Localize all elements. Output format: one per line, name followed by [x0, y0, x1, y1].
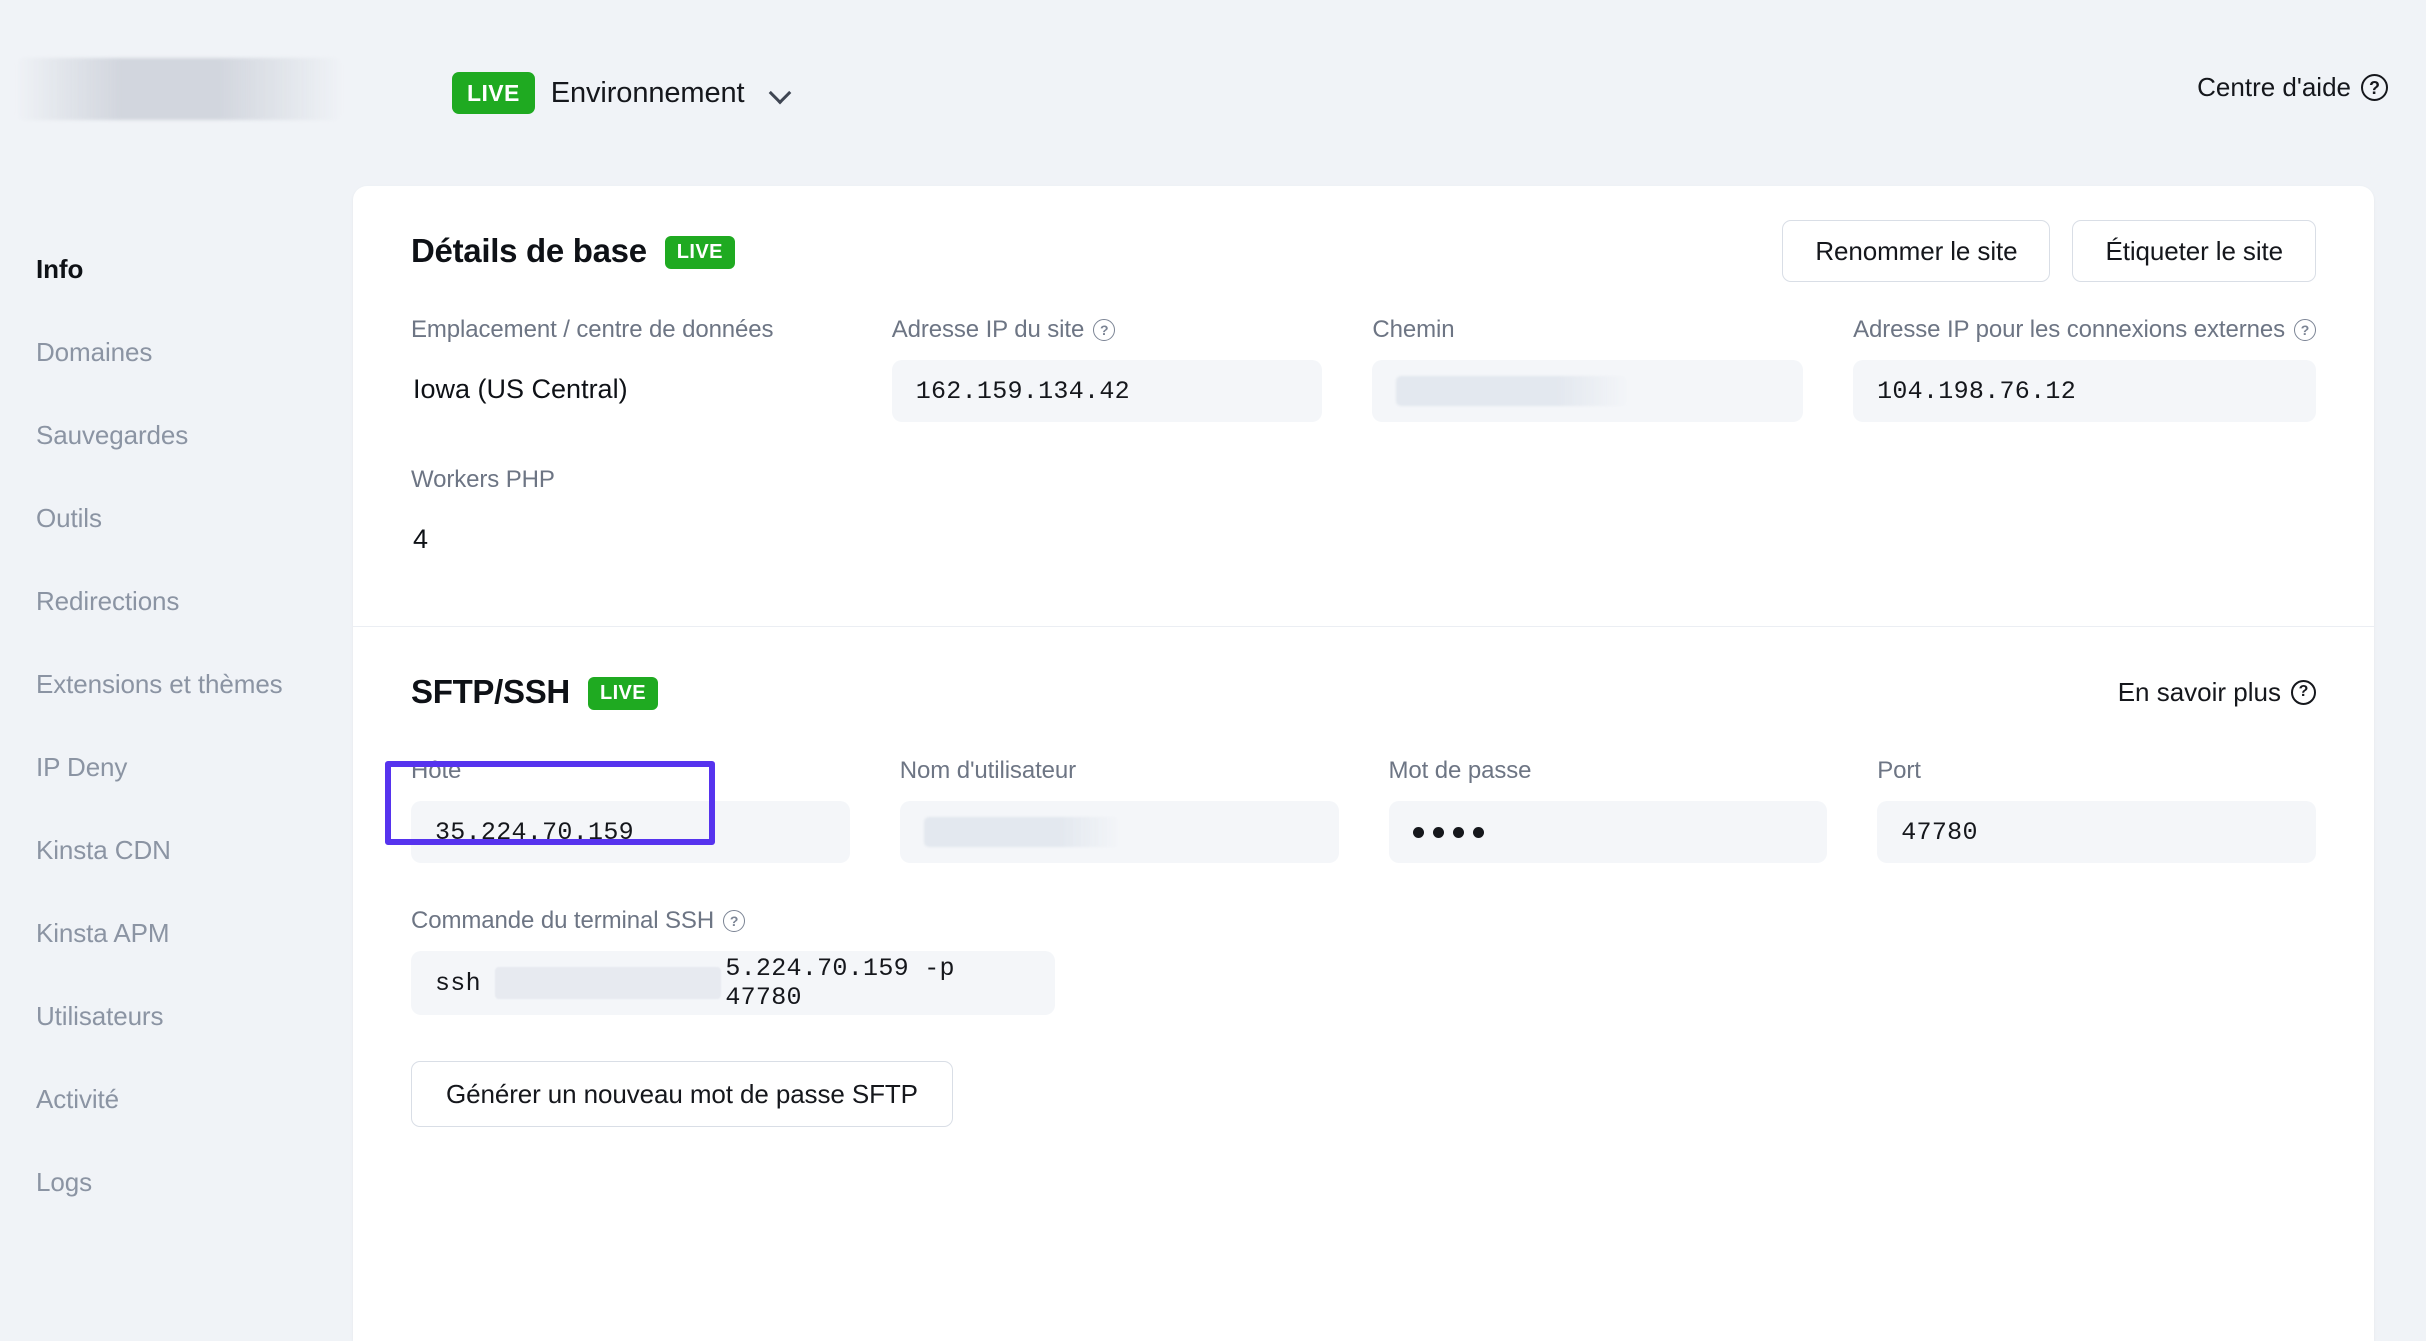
question-circle-icon: ? [2361, 74, 2388, 101]
field-site-ip: Adresse IP du site ? 162.159.134.42 [892, 316, 1323, 422]
sftp-ssh-section: SFTP/SSH LIVE En savoir plus ? Hôte 35.2… [353, 627, 2374, 1127]
basic-details-live-badge: LIVE [665, 236, 735, 269]
info-question-icon[interactable]: ? [2294, 319, 2316, 341]
sftp-ssh-fields-row: Hôte 35.224.70.159 Nom d'utilisateur Mot… [411, 757, 2316, 863]
basic-details-header: Détails de base LIVE Renommer le site Ét… [411, 186, 2316, 316]
field-php-workers-value: 4 [411, 510, 850, 568]
field-path-label: Chemin [1372, 316, 1803, 344]
field-port-label: Port [1877, 757, 2316, 785]
sidebar-item-label: Outils [36, 503, 102, 534]
field-password-value[interactable] [1389, 801, 1828, 863]
field-location-label: Emplacement / centre de données [411, 316, 842, 344]
field-site-ip-label: Adresse IP du site ? [892, 316, 1323, 344]
field-path: Chemin [1372, 316, 1803, 422]
sidebar-item-label: Info [36, 254, 83, 285]
sidebar-item-ip-deny[interactable]: IP Deny [0, 726, 352, 809]
sidebar-item-label: Sauvegardes [36, 420, 188, 451]
page-title: Détails de base [411, 232, 647, 270]
field-port-value[interactable]: 47780 [1877, 801, 2316, 863]
sidebar-item-logs[interactable]: Logs [0, 1141, 352, 1224]
redacted-value-bar [924, 817, 1120, 847]
brand-logo-placeholder [16, 58, 342, 120]
ssh-command-prefix: ssh [435, 969, 481, 998]
learn-more-label: En savoir plus [2118, 677, 2281, 708]
field-password: Mot de passe [1389, 757, 1828, 863]
sidebar-item-redirections[interactable]: Redirections [0, 560, 352, 643]
rename-site-button[interactable]: Renommer le site [1782, 220, 2050, 282]
sidebar-item-label: Domaines [36, 337, 152, 368]
field-location-value: Iowa (US Central) [411, 360, 842, 418]
field-username-value[interactable] [900, 801, 1339, 863]
sidebar-nav: Info Domaines Sauvegardes Outils Redirec… [0, 186, 352, 1312]
sidebar-item-label: Kinsta CDN [36, 835, 171, 866]
field-external-ip-label: Adresse IP pour les connexions externes … [1853, 316, 2316, 344]
sidebar-item-label: IP Deny [36, 752, 127, 783]
generate-sftp-password-button[interactable]: Générer un nouveau mot de passe SFTP [411, 1061, 953, 1127]
field-path-value[interactable] [1372, 360, 1803, 422]
tag-site-button[interactable]: Étiqueter le site [2072, 220, 2316, 282]
environment-label: Environnement [551, 77, 745, 110]
field-external-ip: Adresse IP pour les connexions externes … [1853, 316, 2316, 422]
field-php-workers-label: Workers PHP [411, 466, 850, 494]
environment-live-badge: LIVE [452, 72, 535, 114]
sidebar-item-kinsta-apm[interactable]: Kinsta APM [0, 892, 352, 975]
help-center-link[interactable]: Centre d'aide ? [2197, 72, 2388, 103]
chevron-down-icon[interactable] [769, 81, 793, 105]
sidebar-item-kinsta-cdn[interactable]: Kinsta CDN [0, 809, 352, 892]
sidebar-item-label: Logs [36, 1167, 92, 1198]
field-ssh-command-label: Commande du terminal SSH ? [411, 907, 1055, 935]
basic-details-section: Détails de base LIVE Renommer le site Ét… [353, 186, 2374, 626]
sidebar-item-label: Utilisateurs [36, 1001, 163, 1032]
field-username: Nom d'utilisateur [900, 757, 1339, 863]
field-port: Port 47780 [1877, 757, 2316, 863]
field-site-ip-value[interactable]: 162.159.134.42 [892, 360, 1323, 422]
redacted-value-bar [1396, 376, 1628, 406]
field-host-value[interactable]: 35.224.70.159 [411, 801, 850, 863]
learn-more-link[interactable]: En savoir plus ? [2118, 677, 2316, 708]
sidebar-item-label: Extensions et thèmes [36, 669, 283, 700]
sidebar-item-activite[interactable]: Activité [0, 1058, 352, 1141]
ssh-command-suffix: 5.224.70.159 -p 47780 [725, 954, 1031, 1012]
field-password-label: Mot de passe [1389, 757, 1828, 785]
field-ssh-command-value[interactable]: ssh 5.224.70.159 -p 47780 [411, 951, 1055, 1015]
basic-details-title-group: Détails de base LIVE [411, 232, 735, 270]
sidebar-item-info[interactable]: Info [0, 228, 352, 311]
top-bar: LIVE Environnement Centre d'aide ? [0, 0, 2426, 186]
sftp-ssh-header: SFTP/SSH LIVE En savoir plus ? [411, 627, 2316, 757]
sftp-ssh-title: SFTP/SSH [411, 673, 570, 711]
sidebar-item-sauvegardes[interactable]: Sauvegardes [0, 394, 352, 477]
sidebar-item-label: Redirections [36, 586, 179, 617]
environment-selector[interactable]: LIVE Environnement [452, 68, 793, 118]
help-center-label: Centre d'aide [2197, 72, 2351, 103]
spacer [411, 863, 2316, 907]
basic-details-actions: Renommer le site Étiqueter le site [1782, 220, 2316, 282]
field-host-label: Hôte [411, 757, 850, 785]
sftp-ssh-title-group: SFTP/SSH LIVE [411, 673, 658, 711]
info-question-icon[interactable]: ? [723, 910, 745, 932]
sidebar-item-extensions-et-themes[interactable]: Extensions et thèmes [0, 643, 352, 726]
basic-details-fields-row-1: Emplacement / centre de données Iowa (US… [411, 316, 2316, 422]
field-host: Hôte 35.224.70.159 [411, 757, 850, 863]
sidebar-item-outils[interactable]: Outils [0, 477, 352, 560]
sidebar-item-domaines[interactable]: Domaines [0, 311, 352, 394]
question-circle-icon: ? [2291, 680, 2316, 705]
password-dots [1413, 827, 1484, 838]
main-content-card: Détails de base LIVE Renommer le site Ét… [353, 186, 2374, 1341]
spacer [411, 422, 2316, 466]
field-external-ip-value[interactable]: 104.198.76.12 [1853, 360, 2316, 422]
sidebar-item-label: Kinsta APM [36, 918, 169, 949]
field-username-label: Nom d'utilisateur [900, 757, 1339, 785]
field-location: Emplacement / centre de données Iowa (US… [411, 316, 842, 422]
sidebar-item-label: Activité [36, 1084, 119, 1115]
sftp-ssh-live-badge: LIVE [588, 677, 658, 710]
field-php-workers: Workers PHP 4 [411, 466, 850, 568]
basic-details-fields-row-2: Workers PHP 4 [411, 466, 2316, 568]
field-ssh-command: Commande du terminal SSH ? ssh 5.224.70.… [411, 907, 1055, 1015]
redacted-username-bar [495, 967, 721, 999]
sidebar-item-utilisateurs[interactable]: Utilisateurs [0, 975, 352, 1058]
info-question-icon[interactable]: ? [1093, 319, 1115, 341]
